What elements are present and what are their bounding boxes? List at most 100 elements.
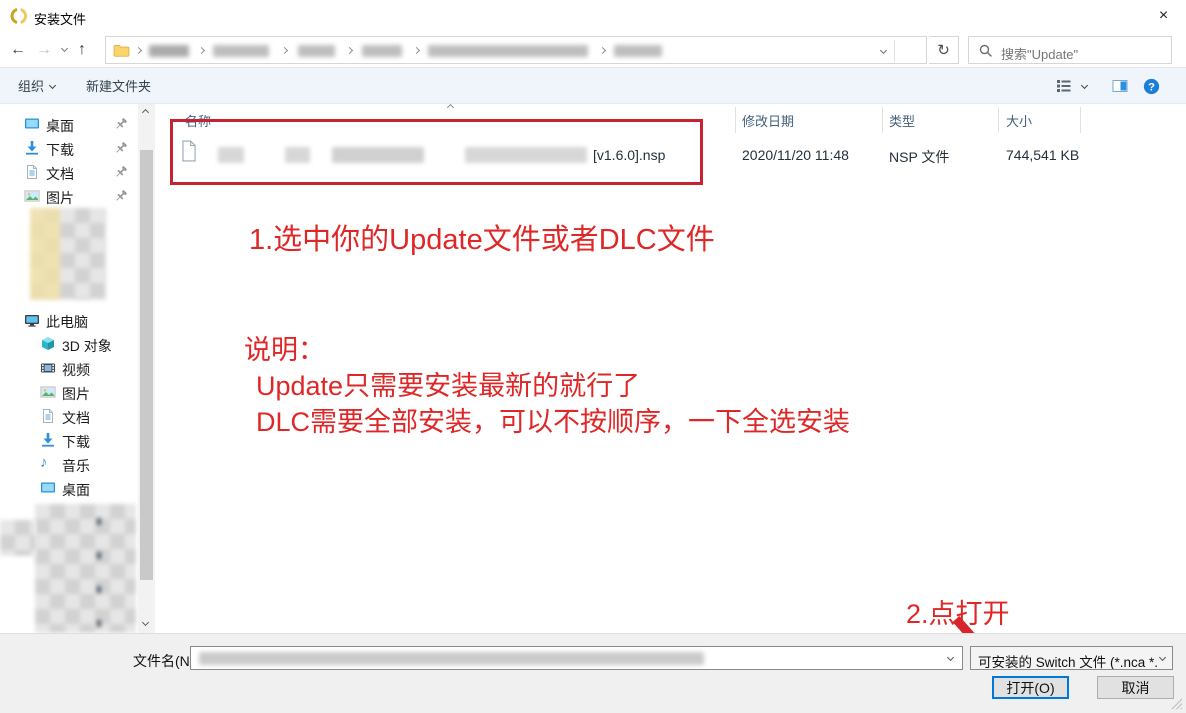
forward-button[interactable]: → (36, 37, 52, 63)
file-row[interactable]: [v1.6.0].nsp 2020/11/20 11:48 NSP 文件 744… (155, 136, 1176, 176)
sidebar-item-music[interactable]: ♪ 音乐 (0, 452, 136, 476)
organize-button[interactable]: 组织 (18, 68, 55, 103)
column-header-type[interactable]: 类型 (889, 111, 915, 130)
open-button[interactable]: 打开(O) (992, 676, 1069, 699)
up-button[interactable]: ↑ (78, 37, 86, 63)
column-header-size[interactable]: 大小 (1006, 111, 1032, 130)
pictures-icon (24, 188, 40, 204)
preview-pane-icon[interactable] (1112, 78, 1128, 94)
search-box[interactable]: 搜索"Update" (968, 36, 1172, 64)
title-bar: 安装文件 × (0, 0, 1186, 32)
censored-filename-part (218, 147, 244, 163)
search-icon (978, 43, 994, 59)
breadcrumb-chevron-icon (346, 47, 353, 54)
scroll-down-icon[interactable] (142, 619, 149, 626)
back-button[interactable]: ← (10, 37, 26, 63)
sidebar-item-label: 桌面 (62, 480, 90, 500)
sidebar-item-label: 文档 (46, 164, 74, 184)
videos-icon (40, 360, 56, 376)
scrollbar-thumb[interactable] (140, 150, 153, 580)
filetype-value: 可安装的 Switch 文件 (*.nca *. (978, 651, 1158, 670)
file-size: 744,541 KB (1006, 147, 1079, 163)
filename-label: 文件名(N): (133, 651, 198, 671)
sidebar-item-pictures[interactable]: 图片 (0, 184, 136, 208)
search-input[interactable]: 搜索"Update" (1001, 44, 1078, 63)
breadcrumb-chevron-icon (281, 47, 288, 54)
filename-dropdown-icon[interactable] (947, 654, 954, 661)
sidebar-item-3d-objects[interactable]: 3D 对象 (0, 332, 136, 356)
sidebar-item-label: 桌面 (46, 116, 74, 136)
pin-icon (114, 189, 128, 203)
refresh-button[interactable]: ↻ (929, 36, 959, 64)
sidebar-item-this-pc[interactable]: 此电脑 (0, 308, 136, 332)
sidebar-item-label: 音乐 (62, 456, 90, 476)
sidebar-item-documents[interactable]: 文档 (0, 160, 136, 184)
breadcrumb-segment[interactable] (298, 45, 335, 57)
censored-sidebar-strip (0, 520, 36, 556)
censored-filename-value (199, 652, 704, 665)
new-folder-button[interactable]: 新建文件夹 (86, 68, 151, 103)
sidebar-item-downloads[interactable]: 下载 (0, 136, 136, 160)
column-header-date[interactable]: 修改日期 (742, 111, 794, 130)
address-dropdown-icon[interactable] (880, 47, 887, 54)
sidebar-item-label: 视频 (62, 360, 90, 380)
cancel-button[interactable]: 取消 (1097, 676, 1174, 699)
breadcrumb-chevron-icon (599, 47, 606, 54)
file-type: NSP 文件 (889, 147, 949, 167)
breadcrumb-segment[interactable] (362, 45, 402, 57)
downloads-icon (40, 432, 56, 448)
svg-text:?: ? (1148, 81, 1155, 93)
sidebar-item-downloads-pc[interactable]: 下载 (0, 428, 136, 452)
pin-icon (114, 117, 128, 131)
view-details-icon[interactable] (1056, 78, 1072, 94)
sort-ascending-icon (447, 104, 454, 111)
filetype-select[interactable]: 可安装的 Switch 文件 (*.nca *. (970, 646, 1173, 670)
chevron-down-icon (49, 82, 56, 89)
censored-filename-part (465, 147, 587, 163)
censored-filename-part (285, 147, 310, 163)
breadcrumb-segment[interactable] (614, 45, 662, 57)
sidebar-item-desktop-pc[interactable]: 桌面 (0, 476, 136, 500)
address-bar[interactable] (105, 36, 927, 64)
sidebar-item-videos[interactable]: 视频 (0, 356, 136, 380)
sidebar-item-desktop[interactable]: 桌面 (0, 112, 136, 136)
censored-filename-part (332, 147, 424, 163)
scroll-up-icon[interactable] (142, 109, 149, 116)
history-dropdown-icon[interactable] (61, 45, 68, 52)
breadcrumb-segment[interactable] (213, 45, 269, 57)
sidebar-item-label: 下载 (46, 140, 74, 160)
documents-icon (24, 164, 40, 180)
dialog-footer: 文件名(N): 可安装的 Switch 文件 (*.nca *. 打开(O) 取… (0, 633, 1186, 713)
downloads-icon (24, 140, 40, 156)
command-toolbar: 组织 新建文件夹 ? (0, 68, 1186, 104)
main-area: 桌面 下载 (0, 104, 1186, 633)
censored-drives-block (35, 504, 136, 633)
sidebar-item-label: 文档 (62, 408, 90, 428)
sidebar-scrollbar[interactable] (138, 104, 155, 633)
sidebar-item-label: 此电脑 (46, 312, 88, 332)
sidebar-item-label: 图片 (62, 384, 90, 404)
new-folder-label: 新建文件夹 (86, 76, 151, 95)
filetype-dropdown-icon (1159, 654, 1166, 661)
sidebar-item-label: 图片 (46, 188, 74, 208)
resize-grip[interactable] (1170, 697, 1182, 709)
desktop-icon (24, 116, 40, 132)
desktop-icon (40, 480, 56, 496)
window-title: 安装文件 (34, 9, 86, 28)
breadcrumb-segment[interactable] (149, 45, 189, 57)
sidebar-item-label: 下载 (62, 432, 90, 452)
column-header-name[interactable]: 名称 (185, 111, 211, 130)
address-separator (894, 40, 895, 62)
breadcrumb-segment[interactable] (428, 45, 588, 57)
file-open-dialog: 安装文件 × ← → ↑ (0, 0, 1186, 713)
help-icon[interactable]: ? (1143, 78, 1159, 94)
pin-icon (114, 165, 128, 179)
column-separator (1080, 107, 1081, 133)
sidebar-item-pictures-pc[interactable]: 图片 (0, 380, 136, 404)
sidebar-item-documents-pc[interactable]: 文档 (0, 404, 136, 428)
filename-input[interactable] (190, 646, 963, 670)
close-button[interactable]: × (1141, 0, 1186, 32)
view-dropdown-icon[interactable] (1081, 82, 1088, 89)
3d-objects-icon (40, 336, 56, 352)
censored-sidebar-block (30, 208, 106, 300)
